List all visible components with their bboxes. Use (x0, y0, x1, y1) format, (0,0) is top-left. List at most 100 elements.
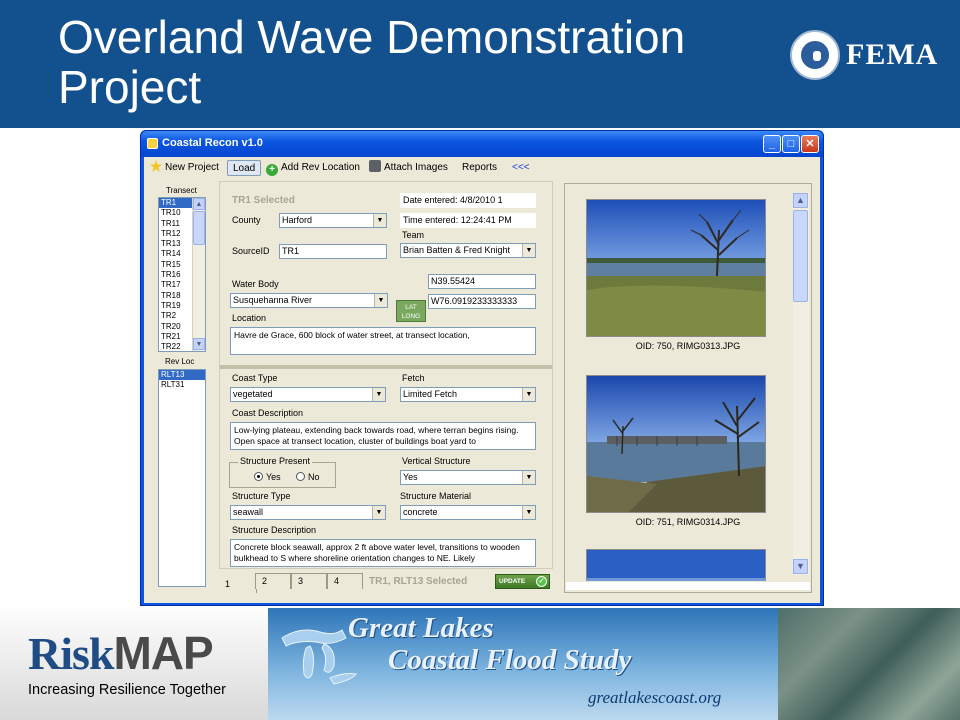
chevron-down-icon[interactable]: ▼ (373, 214, 386, 227)
riskmap-logo-box: RiskMAP Increasing Resilience Together (0, 608, 268, 720)
transect-form: TR1 Selected Date entered: 4/8/2010 1 Ti… (219, 181, 553, 569)
tab-2[interactable]: 2 (255, 573, 291, 589)
lat-long-button[interactable]: LAT LONG (396, 300, 426, 322)
slide-header-banner: Overland Wave Demonstration Project FEMA (0, 0, 960, 128)
great-lakes-title-line1: Great Lakes (348, 612, 494, 644)
longitude-field[interactable]: W76.0919233333333 (428, 294, 536, 309)
transect-label: Transect (166, 186, 197, 195)
structure-type-value: seawall (233, 507, 264, 517)
coast-type-combo[interactable]: vegetated ▼ (230, 387, 386, 402)
structure-type-combo[interactable]: seawall ▼ (230, 505, 386, 520)
vertical-structure-label: Vertical Structure (402, 456, 471, 466)
new-project-button[interactable]: New Project (150, 160, 219, 176)
structure-no-radio[interactable]: No (296, 472, 320, 482)
structure-present-group: Structure Present Yes No (229, 456, 336, 488)
photo-thumbnail[interactable] (586, 199, 766, 337)
structure-type-label: Structure Type (232, 491, 291, 501)
photo-thumbnail[interactable] (586, 375, 766, 513)
tab-4[interactable]: 4 (327, 573, 363, 589)
rev-loc-list-item[interactable]: RLT31 (159, 380, 205, 390)
image-gallery: OID: 750, RIMG0313.JPG OID: 751, RIMG031… (566, 185, 810, 581)
tab-1[interactable]: 1 (219, 577, 257, 593)
rev-loc-list-item[interactable]: RLT13 (159, 370, 205, 381)
riskmap-logo: RiskMAP (28, 627, 214, 679)
location-field[interactable]: Havre de Grace, 600 block of water stree… (230, 327, 536, 355)
structure-material-label: Structure Material (400, 491, 472, 501)
team-label: Team (402, 230, 425, 240)
team-value: Brian Batten & Fred Knight (403, 245, 511, 255)
structure-material-value: concrete (403, 507, 438, 517)
star-icon (150, 160, 162, 172)
water-body-combo[interactable]: Susquehanna River ▼ (230, 293, 388, 308)
location-label: Location (232, 313, 267, 323)
image-scrollbar[interactable]: ▲ ▼ (793, 193, 809, 575)
latitude-field[interactable]: N39.55424 (428, 274, 536, 289)
riskmap-tagline: Increasing Resilience Together (28, 682, 227, 698)
sourceid-field[interactable]: TR1 (279, 244, 387, 259)
coast-description-field[interactable]: Low-lying plateau, extending back toward… (230, 422, 536, 450)
tab-3[interactable]: 3 (291, 573, 327, 589)
toolbar: New Project Load + Add Rev Location Attac… (144, 157, 820, 179)
transect-scrollbar[interactable]: ▲ ▼ (192, 198, 205, 351)
slide-footer: RiskMAP Increasing Resilience Together G… (0, 608, 960, 720)
rev-loc-items: RLT13 RLT31 (159, 370, 205, 391)
great-lakes-banner: Great Lakes Coastal Flood Study greatlak… (268, 608, 778, 720)
photo-thumbnail[interactable] (586, 549, 766, 581)
photo-caption: OID: 750, RIMG0313.JPG (635, 341, 741, 351)
chevron-down-icon[interactable]: ▼ (522, 244, 535, 257)
county-combo[interactable]: Harford ▼ (279, 213, 387, 228)
chevron-down-icon[interactable]: ▼ (522, 506, 535, 519)
transect-panel: Transect TR1 TR10 TR11 TR12 TR13 TR14 TR15 TR16… (158, 181, 208, 589)
image-panel: OID: 750, RIMG0313.JPG OID: 751, RIMG031… (564, 183, 812, 593)
scroll-up-icon[interactable]: ▲ (793, 193, 808, 208)
county-value: Harford (282, 215, 313, 225)
checkmark-icon: ✓ (536, 576, 547, 587)
scroll-thumb[interactable] (193, 211, 205, 245)
scroll-down-icon[interactable]: ▼ (193, 338, 205, 350)
vertical-structure-value: Yes (403, 472, 418, 482)
great-lakes-url[interactable]: greatlakescoast.org (588, 688, 721, 708)
photo-caption: OID: 751, RIMG0314.JPG (635, 517, 741, 527)
sourceid-label: SourceID (232, 246, 270, 256)
vertical-structure-combo[interactable]: Yes ▼ (400, 470, 536, 485)
close-button[interactable]: ✕ (801, 135, 819, 153)
dhs-seal-icon (790, 30, 840, 80)
rev-loc-label: Rev Loc (165, 357, 195, 366)
chevron-down-icon[interactable]: ▼ (374, 294, 387, 307)
minimize-button[interactable]: _ (763, 135, 781, 153)
slide-title: Overland Wave Demonstration Project (58, 11, 686, 113)
scroll-up-icon[interactable]: ▲ (193, 198, 205, 210)
load-button[interactable]: Load (227, 160, 262, 176)
reports-button[interactable]: Reports (462, 160, 497, 176)
window-titlebar[interactable]: Coastal Recon v1.0 _ □ ✕ (141, 131, 823, 157)
rev-loc-listbox[interactable]: RLT13 RLT31 (158, 369, 206, 587)
scroll-down-icon[interactable]: ▼ (793, 559, 808, 574)
window-title: Coastal Recon v1.0 (162, 137, 263, 149)
team-combo[interactable]: Brian Batten & Fred Knight ▼ (400, 243, 536, 258)
chevron-down-icon[interactable]: ▼ (372, 506, 385, 519)
selection-status: TR1, RLT13 Selected (369, 576, 468, 587)
fetch-combo[interactable]: Limited Fetch ▼ (400, 387, 536, 402)
water-body-label: Water Body (232, 279, 279, 289)
structure-material-combo[interactable]: concrete ▼ (400, 505, 536, 520)
add-rev-location-button[interactable]: + Add Rev Location (266, 160, 360, 176)
attach-images-button[interactable]: Attach Images (369, 160, 448, 176)
chevron-down-icon[interactable]: ▼ (522, 471, 535, 484)
fetch-label: Fetch (402, 373, 425, 383)
chevron-down-icon[interactable]: ▼ (372, 388, 385, 401)
transect-listbox[interactable]: TR1 TR10 TR11 TR12 TR13 TR14 TR15 TR16 TR17 TR18 T… (158, 197, 206, 352)
structure-yes-radio[interactable]: Yes (254, 472, 281, 482)
structure-description-label: Structure Description (232, 525, 317, 535)
scroll-thumb[interactable] (793, 210, 808, 302)
chevron-down-icon[interactable]: ▼ (522, 388, 535, 401)
structure-description-field[interactable]: Concrete block seawall, approx 2 ft abov… (230, 539, 536, 567)
camera-icon (369, 160, 381, 172)
update-button[interactable]: UPDATE ✓ (495, 574, 550, 589)
form-tabs: 1 2 3 4 TR1, RLT13 Selected UPDATE ✓ (219, 571, 553, 593)
collapse-panel-button[interactable]: <<< (512, 160, 530, 176)
satellite-image (778, 608, 960, 720)
coast-description-label: Coast Description (232, 408, 304, 418)
water-body-value: Susquehanna River (233, 295, 313, 305)
radio-unselected-icon (296, 472, 305, 481)
maximize-button[interactable]: □ (782, 135, 800, 153)
